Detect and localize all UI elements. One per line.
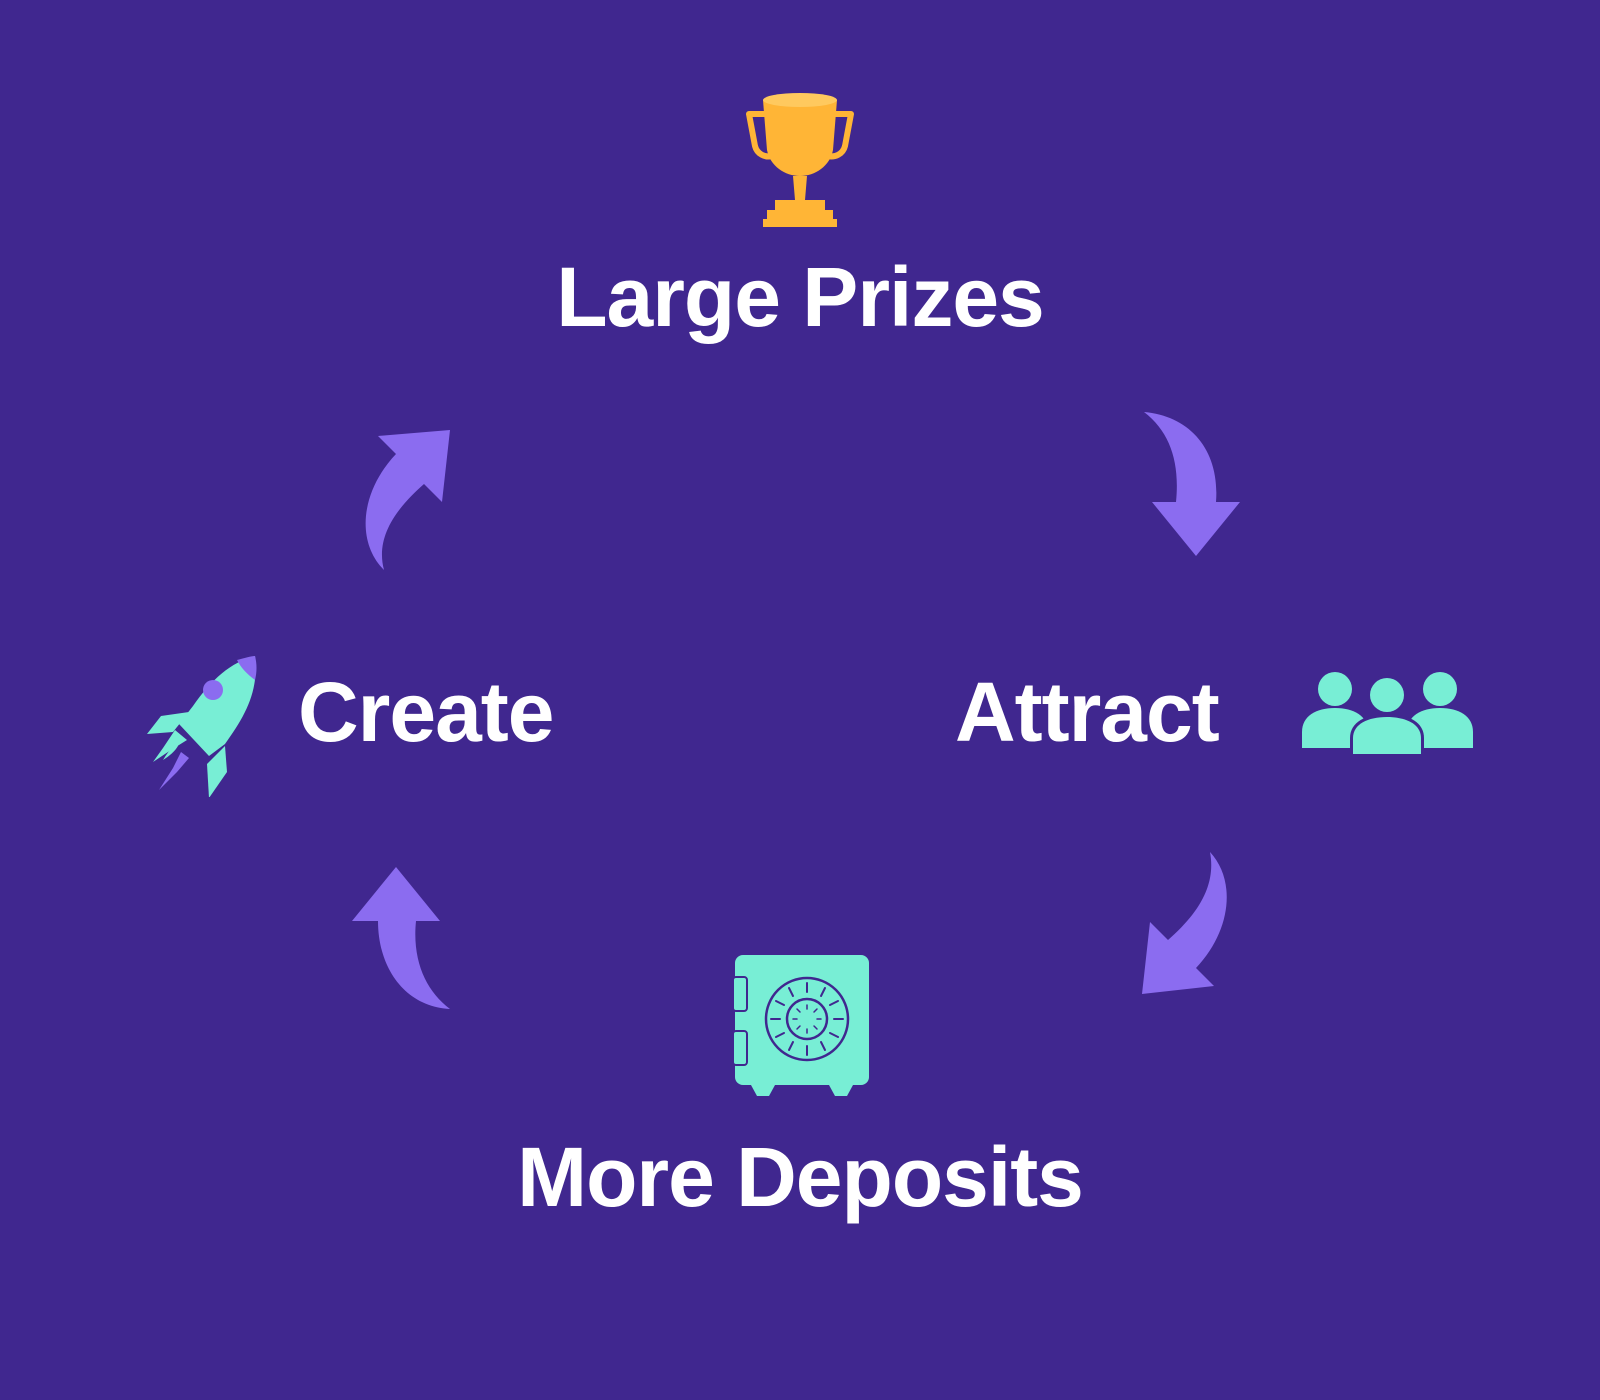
safe-vault-icon	[733, 955, 869, 1096]
node-label-large-prizes: Large Prizes	[556, 250, 1045, 344]
arrow-left-to-top	[365, 430, 450, 570]
node-label-more-deposits: More Deposits	[517, 1130, 1084, 1224]
node-label-create: Create	[298, 665, 554, 759]
trophy-icon	[746, 93, 854, 227]
node-label-attract: Attract	[955, 665, 1220, 759]
arrow-right-to-bottom	[1142, 852, 1227, 994]
cycle-diagram: Large Prizes Attract More Deposits Creat…	[0, 0, 1600, 1400]
people-group-icon	[1302, 672, 1473, 754]
rocket-icon	[147, 656, 257, 797]
arrow-bottom-to-left	[352, 867, 450, 1009]
arrow-top-to-right	[1144, 412, 1240, 556]
